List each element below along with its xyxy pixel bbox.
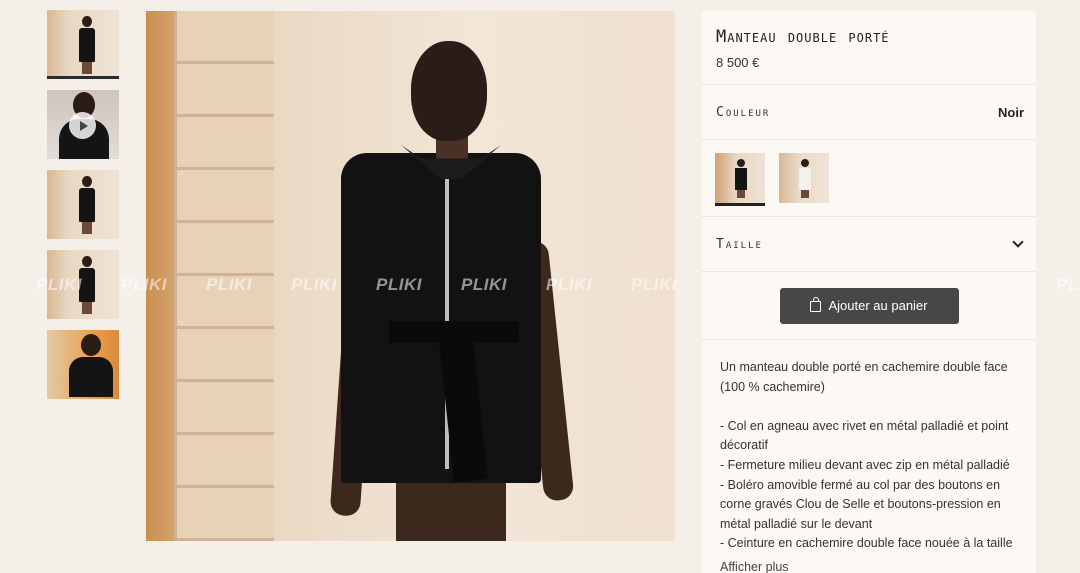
description-line: Un manteau double porté en cachemire dou… bbox=[720, 360, 1008, 394]
show-more-link[interactable]: Afficher plus bbox=[702, 554, 1036, 573]
cart-section: Ajouter au panier bbox=[702, 272, 1036, 340]
color-row: Couleur Noir bbox=[702, 85, 1036, 140]
thumbnail-full[interactable] bbox=[47, 250, 119, 319]
chevron-down-icon[interactable] bbox=[1012, 236, 1024, 248]
product-title: Manteau double porté bbox=[716, 27, 890, 47]
color-swatches bbox=[702, 140, 1036, 217]
thumbnail-detail[interactable] bbox=[47, 330, 119, 399]
add-to-cart-label: Ajouter au panier bbox=[828, 298, 928, 313]
product-price: 8 500 € bbox=[716, 55, 760, 70]
model-thumbnail-icon bbox=[77, 176, 97, 234]
description-line: - Boléro amovible fermé au col par des b… bbox=[720, 477, 1001, 531]
model-thumbnail-icon bbox=[77, 256, 97, 314]
color-label: Couleur bbox=[716, 104, 771, 120]
thumbnail-front[interactable] bbox=[47, 10, 119, 79]
swatch-blanc[interactable] bbox=[779, 153, 829, 203]
swatch-noir[interactable] bbox=[715, 153, 765, 206]
thumbnail-side[interactable] bbox=[47, 170, 119, 239]
color-value: Noir bbox=[998, 104, 1024, 120]
size-label: Taille bbox=[716, 236, 763, 252]
description-line: - Ceinture en cachemire double face noué… bbox=[720, 536, 1013, 551]
model-thumbnail-icon bbox=[77, 16, 97, 74]
main-product-image[interactable] bbox=[146, 11, 675, 541]
model-photo-icon bbox=[329, 41, 581, 541]
model-thumbnail-icon bbox=[69, 334, 113, 398]
product-header: Manteau double porté 8 500 € bbox=[702, 11, 1036, 85]
model-thumbnail-icon bbox=[734, 159, 748, 199]
description-line: - Fermeture milieu devant avec zip en mé… bbox=[720, 457, 1010, 472]
description-line: - Col en agneau avec rivet en métal pall… bbox=[720, 418, 1009, 453]
play-icon[interactable] bbox=[69, 112, 96, 139]
size-selector[interactable]: Taille bbox=[702, 217, 1036, 272]
product-description: Un manteau double porté en cachemire dou… bbox=[702, 340, 1036, 554]
thumbnail-video[interactable] bbox=[47, 90, 119, 159]
stone-arch bbox=[174, 11, 274, 541]
product-panel: Manteau double porté 8 500 € Couleur Noi… bbox=[702, 11, 1036, 573]
thumbnail-list bbox=[47, 10, 119, 410]
add-to-cart-button[interactable]: Ajouter au panier bbox=[779, 287, 959, 324]
shopping-bag-icon bbox=[810, 297, 822, 312]
model-thumbnail-icon bbox=[798, 159, 812, 199]
